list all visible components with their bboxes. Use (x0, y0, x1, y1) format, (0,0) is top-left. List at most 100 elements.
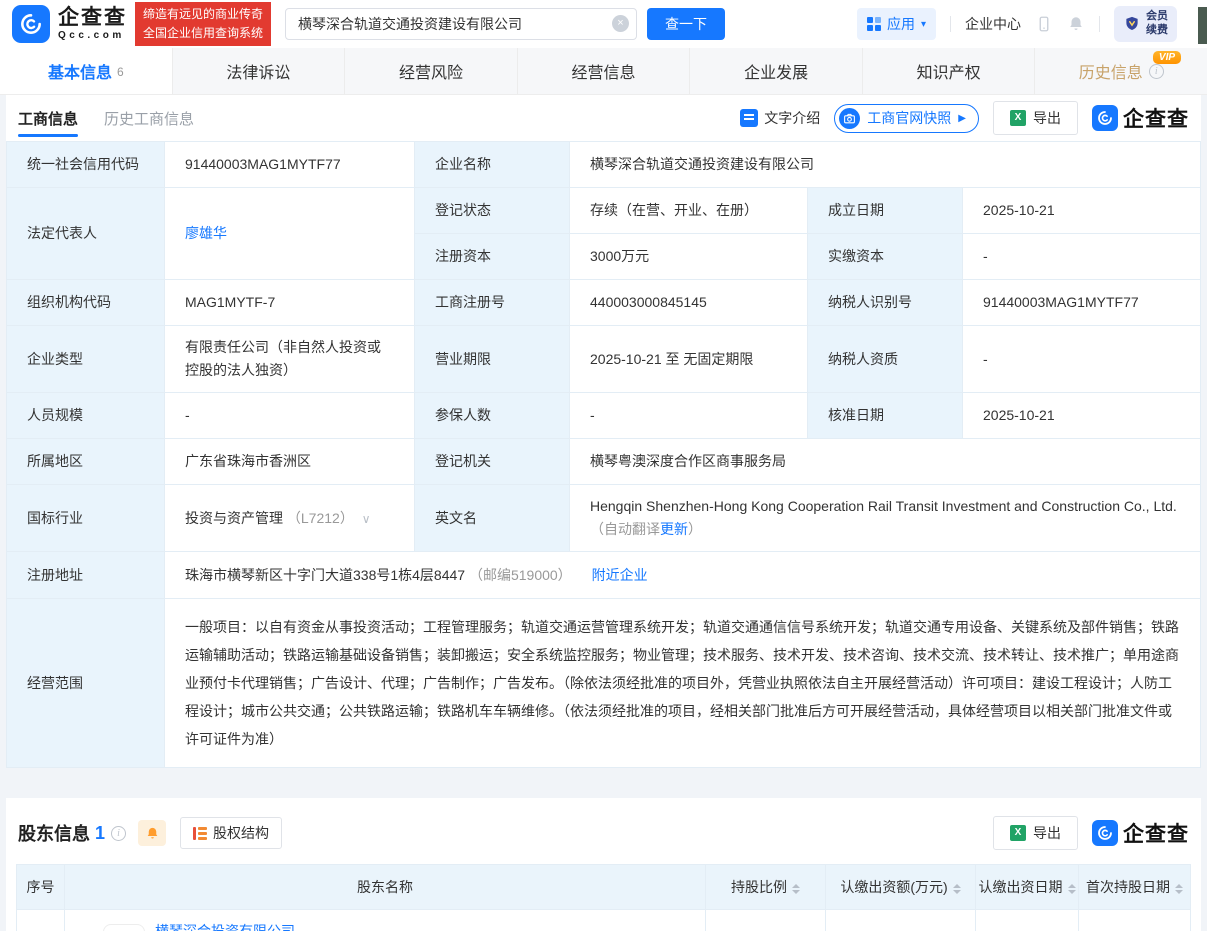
qcc-watermark-logo: 企查查 (1092, 103, 1189, 133)
sort-icon[interactable] (1068, 884, 1076, 894)
field-label: 参保人数 (415, 393, 570, 439)
shareholder-name-link[interactable]: 横琴深合投资有限公司 (155, 921, 295, 931)
play-arrow-icon: ▶ (958, 113, 966, 124)
subtab-history-business-info[interactable]: 历史工商信息 (104, 95, 194, 141)
export-button[interactable]: X 导出 (993, 101, 1078, 135)
info-circle-icon[interactable]: i (1149, 64, 1164, 79)
field-label: 统一社会信用代码 (7, 142, 165, 188)
field-label: 经营范围 (7, 599, 165, 768)
shareholder-name-cell: + 横琴深合投资有限公司 县(区)属国企 (65, 921, 705, 931)
field-value: 有限责任公司（非自然人投资或控股的法人独资） (165, 326, 415, 393)
field-label: 工商注册号 (415, 280, 570, 326)
page-content: 工商信息 历史工商信息 文字介绍 工商官网快照 ▶ (0, 95, 1207, 931)
field-value: 存续（在营、开业、在册） (570, 188, 808, 234)
main-tab-bar: 基本信息6 法律诉讼 经营风险 经营信息 企业发展 知识产权 VIP 历史信息 … (0, 48, 1207, 95)
monitor-bell-button[interactable] (138, 820, 166, 846)
legal-rep-link[interactable]: 廖雄华 (185, 225, 227, 241)
field-label: 企业类型 (7, 326, 165, 393)
business-scope-text: 一般项目：以自有资金从事投资活动；工程管理服务；轨道交通运营管理系统开发；轨道交… (165, 599, 1201, 768)
equity-chart-icon (193, 827, 207, 840)
address-zip: （邮编519000） (469, 567, 572, 583)
field-label: 登记状态 (415, 188, 570, 234)
col-first-date[interactable]: 首次持股日期 (1079, 865, 1191, 910)
tab-intellectual-property[interactable]: 知识产权 (863, 48, 1036, 94)
tab-operation-risk[interactable]: 经营风险 (345, 48, 518, 94)
qcc-logo-icon (12, 5, 50, 43)
translate-update-link[interactable]: 更新 (660, 521, 688, 537)
search-input[interactable] (285, 8, 637, 40)
enterprise-center-link[interactable]: 企业中心 (965, 14, 1021, 34)
shareholders-header: 股东信息 1 i 股权结构 X 导出 (16, 812, 1191, 864)
floating-widget-edge[interactable] (1198, 7, 1207, 44)
table-header-row: 序号 股东名称 持股比例 认缴出资额(万元) 认缴出资日期 首次持股日期 (17, 865, 1191, 910)
col-date[interactable]: 认缴出资日期 (976, 865, 1079, 910)
sort-icon[interactable] (953, 884, 961, 894)
field-value: Hengqin Shenzhen-Hong Kong Cooperation R… (570, 485, 1201, 552)
field-label: 注册地址 (7, 552, 165, 599)
sort-icon[interactable] (1175, 884, 1183, 894)
field-label: 所属地区 (7, 439, 165, 485)
apps-label: 应用 (887, 14, 915, 34)
business-info-table: 统一社会信用代码 91440003MAG1MYTF77 企业名称 横琴深合轨道交… (6, 141, 1201, 768)
field-label: 登记机关 (415, 439, 570, 485)
field-value: MAG1MYTF-7 (165, 280, 415, 326)
tab-operation-info[interactable]: 经营信息 (518, 48, 691, 94)
shareholder-logo[interactable] (103, 924, 145, 931)
subtab-business-info[interactable]: 工商信息 (18, 95, 78, 141)
equity-structure-button[interactable]: 股权结构 (180, 817, 282, 849)
col-index: 序号 (17, 865, 65, 910)
divider (1099, 16, 1100, 32)
text-intro-button[interactable]: 文字介绍 (740, 108, 820, 128)
field-value: 91440003MAG1MYTF77 (963, 280, 1201, 326)
field-value: - (570, 393, 808, 439)
logo-domain: Qcc.com (58, 31, 127, 41)
search-button[interactable]: 查一下 (647, 8, 725, 40)
col-amount[interactable]: 认缴出资额(万元) (826, 865, 976, 910)
field-label: 法定代表人 (7, 188, 165, 280)
date-value: - (976, 910, 1079, 931)
col-ratio[interactable]: 持股比例 (706, 865, 826, 910)
excel-icon: X (1010, 825, 1026, 841)
export-button[interactable]: X 导出 (993, 816, 1078, 850)
tab-enterprise-development[interactable]: 企业发展 (690, 48, 863, 94)
info-circle-icon[interactable]: i (111, 826, 126, 841)
nearby-companies-link[interactable]: 附近企业 (592, 567, 648, 583)
mobile-app-icon[interactable] (1035, 15, 1053, 33)
ratio-value: 100% (706, 910, 826, 931)
vip-renew-button[interactable]: 会员 续费 (1114, 6, 1177, 42)
search-group: × 查一下 (285, 8, 725, 40)
tab-basic-info[interactable]: 基本信息6 (0, 48, 173, 94)
tab-legal-litigation[interactable]: 法律诉讼 (173, 48, 346, 94)
shareholders-table: 序号 股东名称 持股比例 认缴出资额(万元) 认缴出资日期 首次持股日期 1 +… (16, 864, 1191, 931)
section-gap (6, 768, 1201, 798)
industry-code: （L7212） (287, 510, 354, 526)
field-value: 440003000845145 (570, 280, 808, 326)
field-value: 91440003MAG1MYTF77 (165, 142, 415, 188)
field-label: 国标行业 (7, 485, 165, 552)
shareholders-title: 股东信息 (18, 820, 90, 846)
field-label: 营业期限 (415, 326, 570, 393)
subtab-row: 工商信息 历史工商信息 文字介绍 工商官网快照 ▶ (6, 95, 1201, 141)
notification-bell-icon[interactable] (1067, 15, 1085, 33)
qcc-logo[interactable]: 企查查 Qcc.com (12, 5, 127, 43)
field-value: - (963, 234, 1201, 280)
excel-icon: X (1010, 110, 1026, 126)
tab-history-info[interactable]: VIP 历史信息 i (1035, 48, 1207, 94)
amount-value: 3000 (826, 910, 976, 931)
first-date-value: 2025-10-21 (1079, 910, 1191, 931)
field-value: - (165, 393, 415, 439)
apps-menu[interactable]: 应用 ▾ (857, 8, 936, 40)
header-nav: 应用 ▾ 企业中心 会员 续费 (857, 6, 1177, 42)
sort-icon[interactable] (792, 884, 800, 894)
field-label: 实缴资本 (808, 234, 963, 280)
auto-translate-note: （自动翻译 (590, 521, 660, 537)
tab-count: 6 (117, 65, 124, 79)
qcc-logo-icon (1092, 105, 1118, 131)
official-snapshot-button[interactable]: 工商官网快照 ▶ (834, 104, 979, 133)
field-value: 横琴粤澳深度合作区商事服务局 (570, 439, 1201, 485)
qcc-logo-text: 企查查 Qcc.com (58, 7, 127, 41)
clear-search-icon[interactable]: × (612, 15, 629, 32)
snapshot-camera-icon (839, 108, 860, 129)
field-value: 横琴深合轨道交通投资建设有限公司 (570, 142, 1201, 188)
chevron-down-icon[interactable]: ∨ (362, 512, 371, 526)
